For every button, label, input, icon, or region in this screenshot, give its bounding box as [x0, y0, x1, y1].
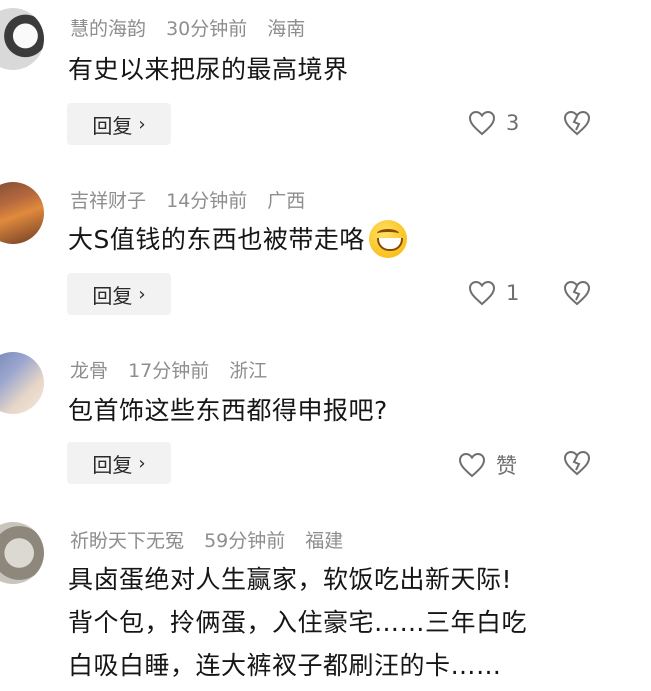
- dislike-button[interactable]: [563, 280, 591, 310]
- laughing-emoji-icon: [368, 220, 407, 258]
- like-count: 3: [506, 111, 520, 135]
- chevron-right-icon: ›: [138, 452, 146, 474]
- username[interactable]: 祈盼天下无冤: [70, 530, 184, 552]
- avatar[interactable]: [0, 182, 44, 244]
- comment-text-line[interactable]: 背个包，拎俩蛋，入住豪宅……三年白吃: [68, 603, 527, 643]
- reply-button[interactable]: 回复 ›: [67, 442, 171, 484]
- heart-outline-icon: [468, 280, 496, 306]
- avatar[interactable]: [0, 8, 44, 70]
- reply-button[interactable]: 回复 ›: [67, 103, 171, 145]
- like-button[interactable]: 3: [468, 110, 519, 136]
- username[interactable]: 慧的海韵: [70, 18, 146, 40]
- chevron-right-icon: ›: [138, 283, 146, 305]
- chevron-right-icon: ›: [138, 113, 146, 135]
- location: 海南: [267, 18, 306, 40]
- location: 广西: [267, 190, 306, 212]
- comment-text-line[interactable]: 具卤蛋绝对人生赢家，软饭吃出新天际!: [68, 560, 512, 600]
- timestamp: 14分钟前: [166, 190, 248, 212]
- dislike-button[interactable]: [563, 450, 591, 480]
- comment-text-line[interactable]: 白吸白睡，连大裤衩子都刷汪的卡……: [68, 646, 502, 686]
- broken-heart-outline-icon: [563, 280, 591, 306]
- reply-button[interactable]: 回复 ›: [67, 273, 171, 315]
- avatar[interactable]: [0, 522, 44, 584]
- like-button[interactable]: 赞: [458, 450, 517, 480]
- comment-meta: 祈盼天下无冤 59分钟前 福建: [70, 526, 357, 553]
- username[interactable]: 龙骨: [70, 360, 108, 382]
- dislike-button[interactable]: [563, 110, 591, 140]
- heart-outline-icon: [458, 452, 486, 478]
- reply-label: 回复: [92, 452, 133, 477]
- comment-meta: 吉祥财子 14分钟前 广西: [70, 186, 319, 213]
- timestamp: 30分钟前: [166, 18, 248, 40]
- reply-label: 回复: [92, 283, 133, 308]
- comment-text-content: 大S值钱的东西也被带走咯: [68, 225, 365, 254]
- comment-meta: 龙骨 17分钟前 浙江: [70, 356, 281, 383]
- like-count: 1: [506, 281, 520, 305]
- broken-heart-outline-icon: [563, 450, 591, 476]
- comment-text[interactable]: 大S值钱的东西也被带走咯: [68, 220, 407, 260]
- location: 福建: [305, 530, 344, 552]
- comment-text[interactable]: 包首饰这些东西都得申报吧?: [68, 391, 388, 431]
- like-button[interactable]: 1: [468, 280, 519, 306]
- comment-meta: 慧的海韵 30分钟前 海南: [70, 14, 319, 41]
- comment-text[interactable]: 有史以来把尿的最高境界: [68, 50, 349, 90]
- like-label: 赞: [496, 454, 517, 478]
- timestamp: 17分钟前: [128, 360, 210, 382]
- broken-heart-outline-icon: [563, 110, 591, 136]
- username[interactable]: 吉祥财子: [70, 190, 146, 212]
- timestamp: 59分钟前: [204, 530, 286, 552]
- avatar[interactable]: [0, 352, 44, 414]
- location: 浙江: [229, 360, 268, 382]
- heart-outline-icon: [468, 110, 496, 136]
- reply-label: 回复: [92, 113, 133, 138]
